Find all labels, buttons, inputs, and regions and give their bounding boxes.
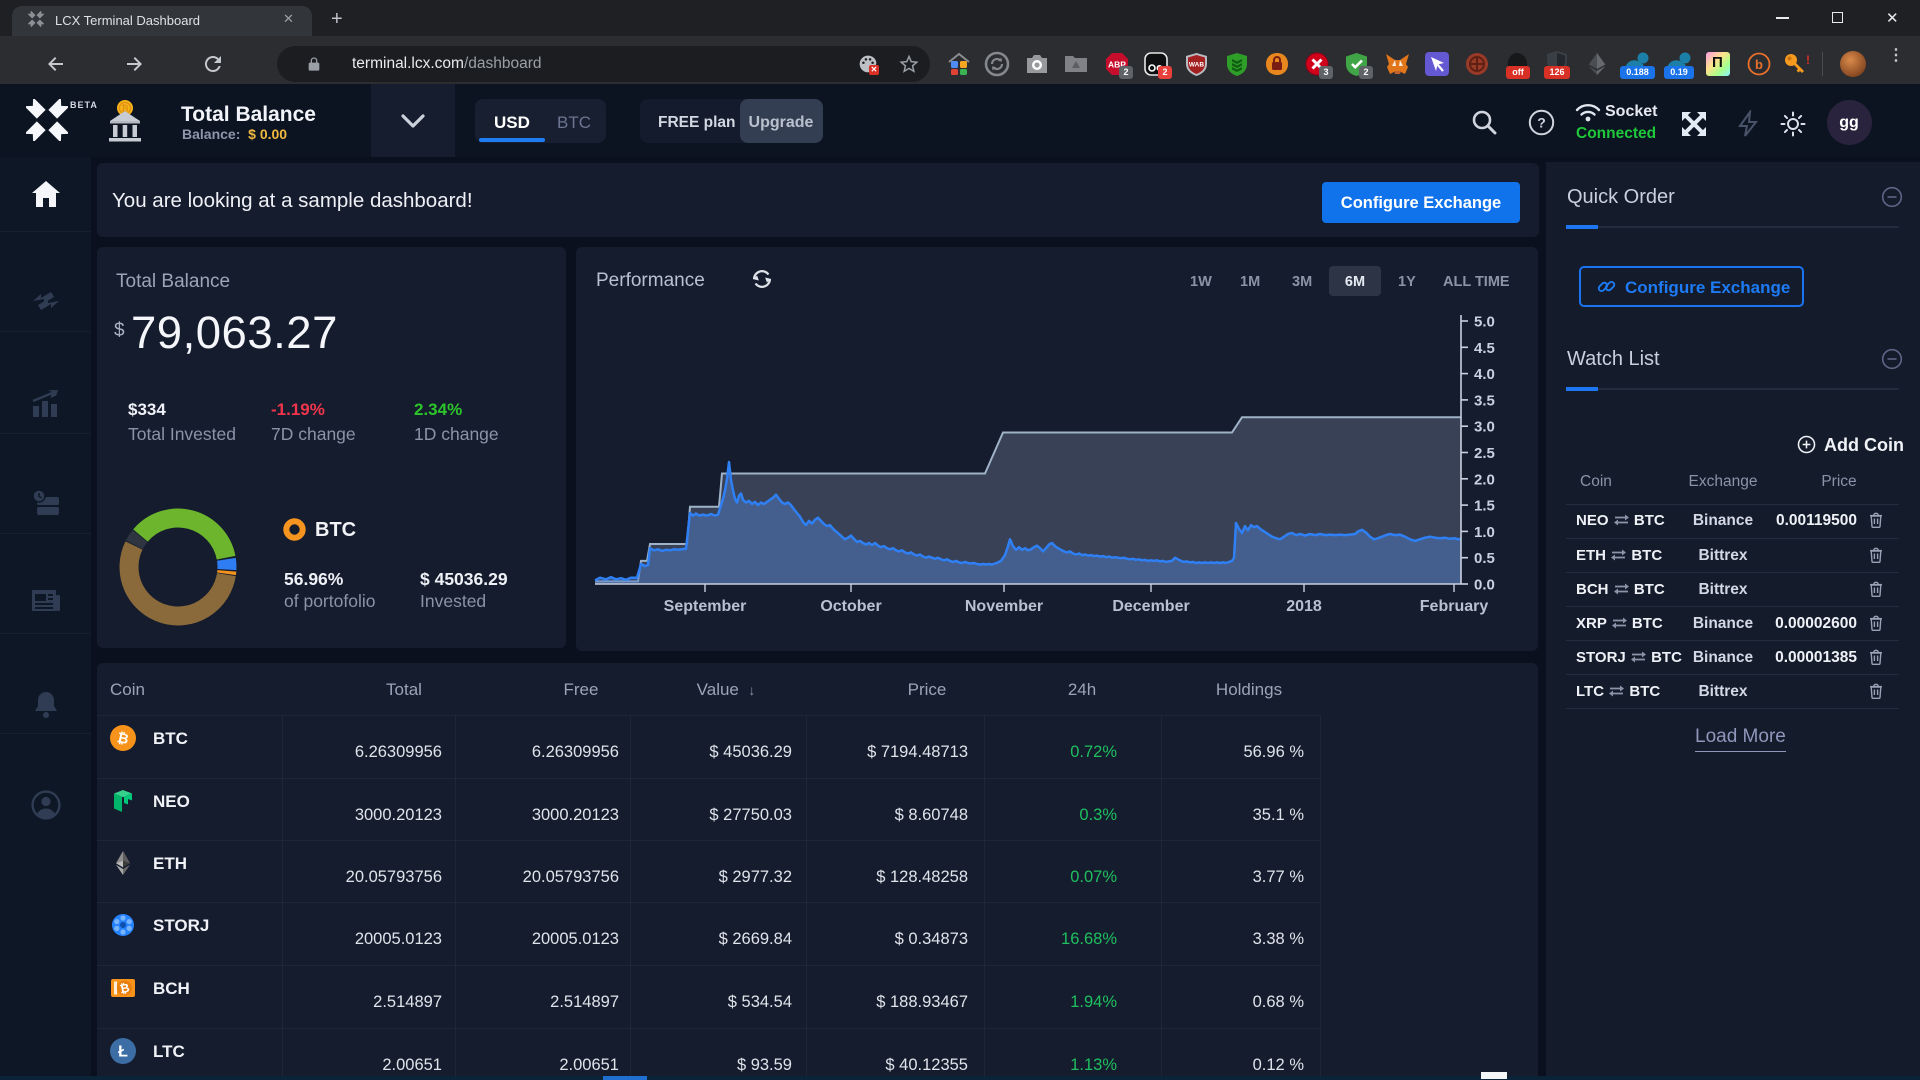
svg-text:?: ? (1537, 115, 1546, 131)
svg-text:2.0: 2.0 (1474, 471, 1495, 488)
svg-text:2018: 2018 (1286, 598, 1322, 615)
svg-text:!: ! (1806, 53, 1810, 67)
svg-text:b: b (1755, 57, 1763, 72)
svg-text:3.5: 3.5 (1474, 392, 1495, 409)
svg-text:0.0: 0.0 (1474, 577, 1495, 594)
svg-text:December: December (1112, 598, 1189, 615)
svg-text:4.0: 4.0 (1474, 366, 1495, 383)
svg-text:0.5: 0.5 (1474, 550, 1495, 567)
svg-text:5.0: 5.0 (1474, 314, 1495, 331)
svg-text:February: February (1420, 598, 1489, 615)
svg-text:WAB: WAB (1189, 62, 1204, 69)
svg-text:October: October (820, 598, 881, 615)
svg-text:Ł: Ł (118, 1044, 128, 1061)
svg-text:1.0: 1.0 (1474, 524, 1495, 541)
svg-text:4.5: 4.5 (1474, 340, 1495, 357)
svg-text:November: November (965, 598, 1043, 615)
svg-text:1.5: 1.5 (1474, 498, 1495, 515)
svg-text:2.5: 2.5 (1474, 445, 1495, 462)
svg-text:September: September (664, 598, 747, 615)
svg-text:3.0: 3.0 (1474, 419, 1495, 436)
